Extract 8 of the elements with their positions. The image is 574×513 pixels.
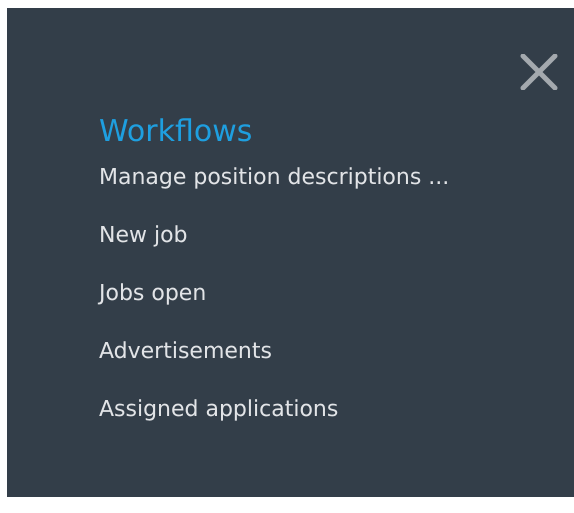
close-button[interactable] (520, 54, 558, 90)
section-heading: Workflows (99, 113, 254, 151)
close-icon (520, 54, 558, 90)
menu-link[interactable]: Manage position descriptions ... (99, 160, 450, 196)
menu-link[interactable]: New job (99, 218, 188, 254)
menu-link[interactable]: Advertisements (99, 334, 272, 370)
menu-link[interactable]: Assigned applications (99, 392, 338, 428)
menu-link[interactable]: Jobs open (99, 276, 206, 312)
